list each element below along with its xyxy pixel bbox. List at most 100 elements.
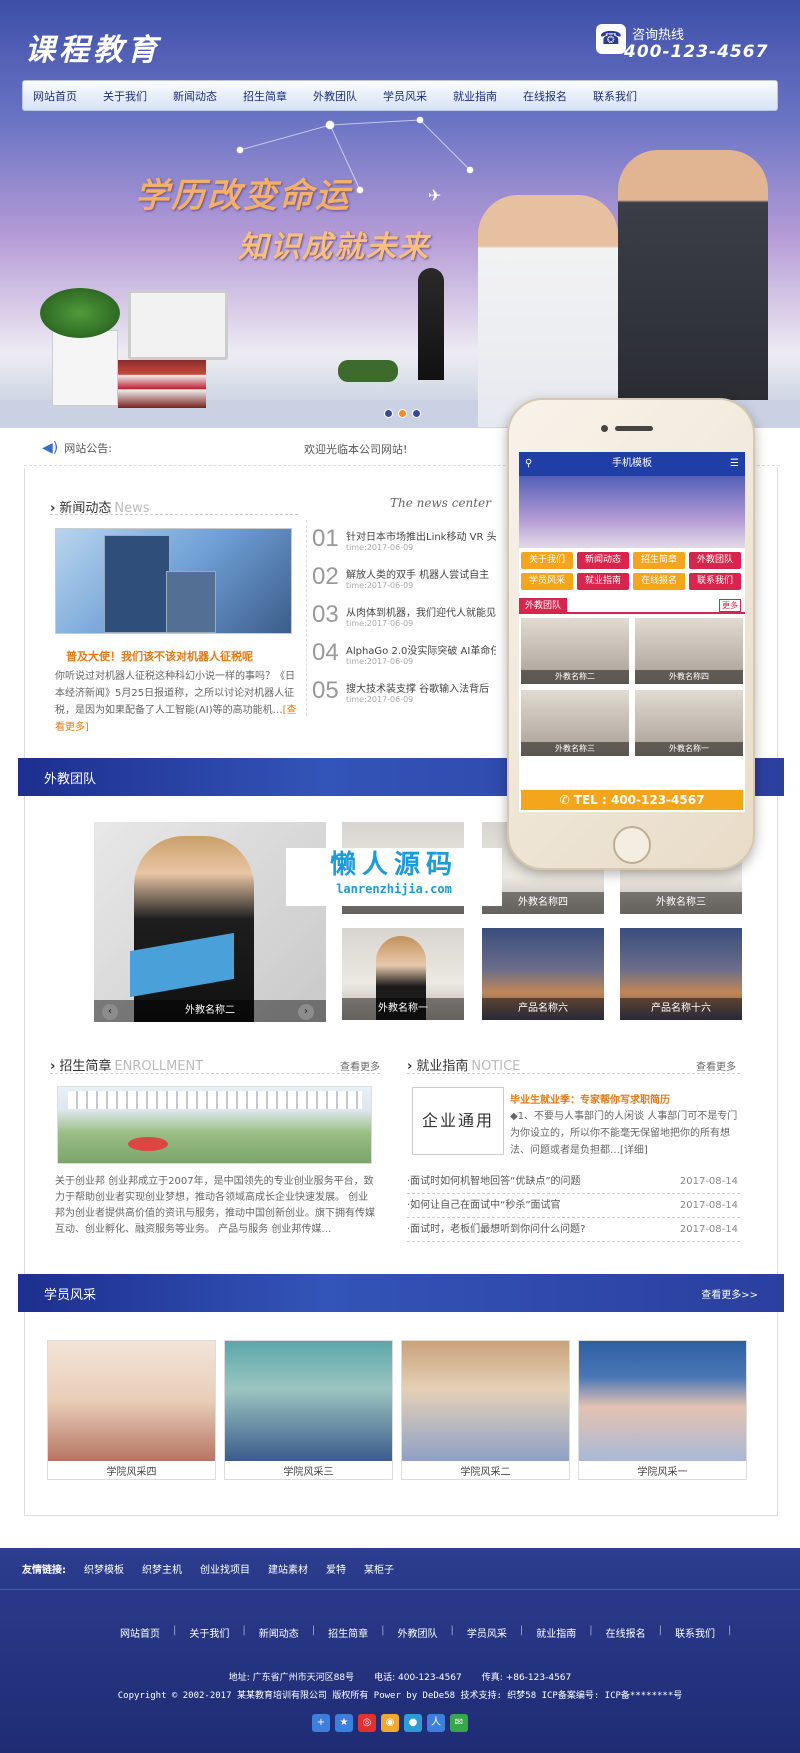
students-more-link[interactable]: 查看更多>> [701, 1286, 758, 1301]
share-qzone-icon[interactable]: ★ [335, 1714, 353, 1732]
hotline-label: 咨询热线 [632, 28, 685, 43]
watermark: 懒人源码 lanrenzhijia.com [286, 848, 502, 906]
search-icon[interactable]: ⚲ [525, 452, 532, 476]
watermark-url: lanrenzhijia.com [336, 882, 452, 896]
slider-dot[interactable] [412, 409, 421, 418]
menu-icon[interactable]: ☰ [730, 452, 739, 476]
phone-teacher-card[interactable]: 外教名称一 [635, 690, 743, 756]
phone-menu-item[interactable]: 联系我们 [689, 573, 741, 590]
footer-nav-item[interactable]: 学员风采 [467, 1625, 507, 1640]
grass-image [338, 360, 398, 382]
campus-image[interactable] [57, 1086, 372, 1164]
share-icons: + ★ ◎ ◉ ● 人 ✉ [312, 1714, 468, 1732]
jobs-list-item[interactable]: ·面试时，老板们最想听到你问什么问题? 2017-08-14 [407, 1218, 740, 1242]
jobs-more-link[interactable]: 查看更多 [696, 1058, 736, 1073]
slider-dots [384, 409, 421, 418]
share-wechat-icon[interactable]: ✉ [450, 1714, 468, 1732]
notice-message[interactable]: 欢迎光临本公司网站! [304, 441, 407, 457]
footer-nav-item[interactable]: 外教团队 [398, 1625, 438, 1640]
news-list-item[interactable]: 01 针对日本市场推出Link移动 VR 头盔 time:2017-06-09 [306, 525, 506, 563]
slider-dot[interactable] [384, 409, 393, 418]
phone-icon: ✆ [559, 793, 574, 807]
phone-menu-item[interactable]: 新闻动态 [577, 552, 629, 569]
friend-link[interactable]: 创业找项目 [200, 1561, 250, 1576]
phone-menu-item[interactable]: 关于我们 [521, 552, 573, 569]
friend-link[interactable]: 建站素材 [268, 1561, 308, 1576]
phone-home-button [613, 826, 651, 864]
phone-teacher-card[interactable]: 外教名称四 [635, 618, 743, 684]
footer-nav: 网站首页 | 关于我们 | 新闻动态 | 招生简章 | 外教团队 | 学员风采 | 就业指南… [120, 1625, 732, 1640]
nav-item-jobs[interactable]: 就业指南 [453, 88, 497, 104]
monitor-image [128, 290, 228, 360]
slider-dot-active[interactable] [398, 409, 407, 418]
footer-address: 地址: 广东省广州市天河区88号 [228, 1673, 355, 1683]
phone-speaker [615, 426, 653, 431]
footer-nav-item[interactable]: 联系我们 [675, 1625, 715, 1640]
share-renren-icon[interactable]: 人 [427, 1714, 445, 1732]
news-headline[interactable]: 普及大使！我们该不该对机器人征税呢 [66, 648, 253, 664]
nav-item-home[interactable]: 网站首页 [33, 88, 77, 104]
airplane-icon: ✈ [428, 186, 442, 205]
jobs-list-item[interactable]: ·如何让自己在面试中“秒杀”面试官 2017-08-14 [407, 1194, 740, 1218]
nav-item-students[interactable]: 学员风采 [383, 88, 427, 104]
jobs-headline[interactable]: 毕业生就业季：专家帮你写求职简历 [510, 1091, 670, 1106]
teacher-photo [134, 836, 254, 1022]
jobs-detail-link[interactable]: [详细] [620, 1145, 648, 1156]
share-plus-icon[interactable]: + [312, 1714, 330, 1732]
footer-nav-item[interactable]: 招生简章 [328, 1625, 368, 1640]
product-card[interactable]: 产品名称六 [482, 928, 604, 1020]
phone-menu-item[interactable]: 学员风采 [521, 573, 573, 590]
phone-tel-bar[interactable]: ✆ TEL : 400-123-4567 [521, 790, 743, 810]
phone-menu-item[interactable]: 招生简章 [633, 552, 685, 569]
phone-teacher-card[interactable]: 外教名称二 [521, 618, 629, 684]
enroll-description: 关于创业邦 创业邦成立于2007年，是中国领先的专业创业服务平台，致力于帮助创业… [55, 1176, 375, 1235]
phone-section-more[interactable]: 更多 [719, 599, 741, 612]
student-card[interactable]: 学院风采一 [578, 1340, 747, 1480]
product-card[interactable]: 产品名称十六 [620, 928, 742, 1020]
nav-item-contact[interactable]: 联系我们 [593, 88, 637, 104]
students-bar: 学员风采 查看更多>> [18, 1274, 784, 1312]
man-white-shirt-image [478, 195, 618, 427]
site-logo[interactable]: 课程教育 [25, 25, 161, 69]
news-list-item[interactable]: 05 搜大技术装支撑 谷歌输入法背后 time:2017-06-09 [306, 677, 506, 715]
footer-nav-item[interactable]: 新闻动态 [259, 1625, 299, 1640]
company-image[interactable]: 企业通用 [412, 1087, 504, 1155]
footer-copyright: Copyright © 2002-2017 某某教育培训有限公司 版权所有 Po… [117, 1691, 683, 1701]
friend-link[interactable]: 织梦主机 [142, 1561, 182, 1576]
teacher-card[interactable]: 外教名称一 [342, 928, 464, 1020]
footer-nav-item[interactable]: 关于我们 [189, 1625, 229, 1640]
news-list-item[interactable]: 04AlphaGo 2.0没实际突破 AI革命任重道time:2017-06-0… [306, 639, 506, 677]
nav-item-teachers[interactable]: 外教团队 [313, 88, 357, 104]
notice-label: 网站公告: [64, 441, 112, 455]
phone-menu-item[interactable]: 外教团队 [689, 552, 741, 569]
nav-item-enrollment[interactable]: 招生简章 [243, 88, 287, 104]
news-image[interactable] [55, 528, 292, 634]
share-weibo-icon[interactable]: ◎ [358, 1714, 376, 1732]
student-card[interactable]: 学院风采二 [401, 1340, 570, 1480]
friend-link[interactable]: 某柜子 [364, 1561, 394, 1576]
enroll-more-link[interactable]: 查看更多 [340, 1058, 380, 1073]
phone-menu-item[interactable]: 在线报名 [633, 573, 685, 590]
footer-nav-item[interactable]: 就业指南 [536, 1625, 576, 1640]
nav-item-about[interactable]: 关于我们 [103, 88, 147, 104]
footer-nav-item[interactable]: 网站首页 [120, 1625, 160, 1640]
friend-link[interactable]: 织梦模板 [84, 1561, 124, 1576]
nav-item-news[interactable]: 新闻动态 [173, 88, 217, 104]
share-qq-icon[interactable]: ● [404, 1714, 422, 1732]
phone-teacher-card[interactable]: 外教名称三 [521, 690, 629, 756]
footer-nav-item[interactable]: 在线报名 [606, 1625, 646, 1640]
friend-link[interactable]: 爱特 [326, 1561, 346, 1576]
main-nav: 网站首页 关于我们 新闻动态 招生简章 外教团队 学员风采 就业指南 在线报名 … [22, 80, 778, 111]
friend-links: 友情链接: 织梦模板 织梦主机 创业找项目 建站素材 爱特 某柜子 [0, 1548, 800, 1590]
books-image [118, 360, 206, 408]
phone-menu-item[interactable]: 就业指南 [577, 573, 629, 590]
share-tencent-icon[interactable]: ◉ [381, 1714, 399, 1732]
student-card[interactable]: 学院风采四 [47, 1340, 216, 1480]
nav-item-apply[interactable]: 在线报名 [523, 88, 567, 104]
news-list-item[interactable]: 03 从肉体到机器，我们迎代人就能见 time:2017-06-09 [306, 601, 506, 639]
teacher-caption: 外教名称二 [94, 1000, 326, 1022]
news-description: 你听说过对机器人征税这种科幻小说一样的事吗？《日本经济新闻》5月25日报道称，之… [55, 671, 297, 733]
news-list-item[interactable]: 02 解放人类的双手 机器人尝试自主 time:2017-06-09 [306, 563, 506, 601]
student-card[interactable]: 学院风采三 [224, 1340, 393, 1480]
jobs-list-item[interactable]: ·面试时如何机智地回答“优缺点”的问题 2017-08-14 [407, 1170, 740, 1194]
